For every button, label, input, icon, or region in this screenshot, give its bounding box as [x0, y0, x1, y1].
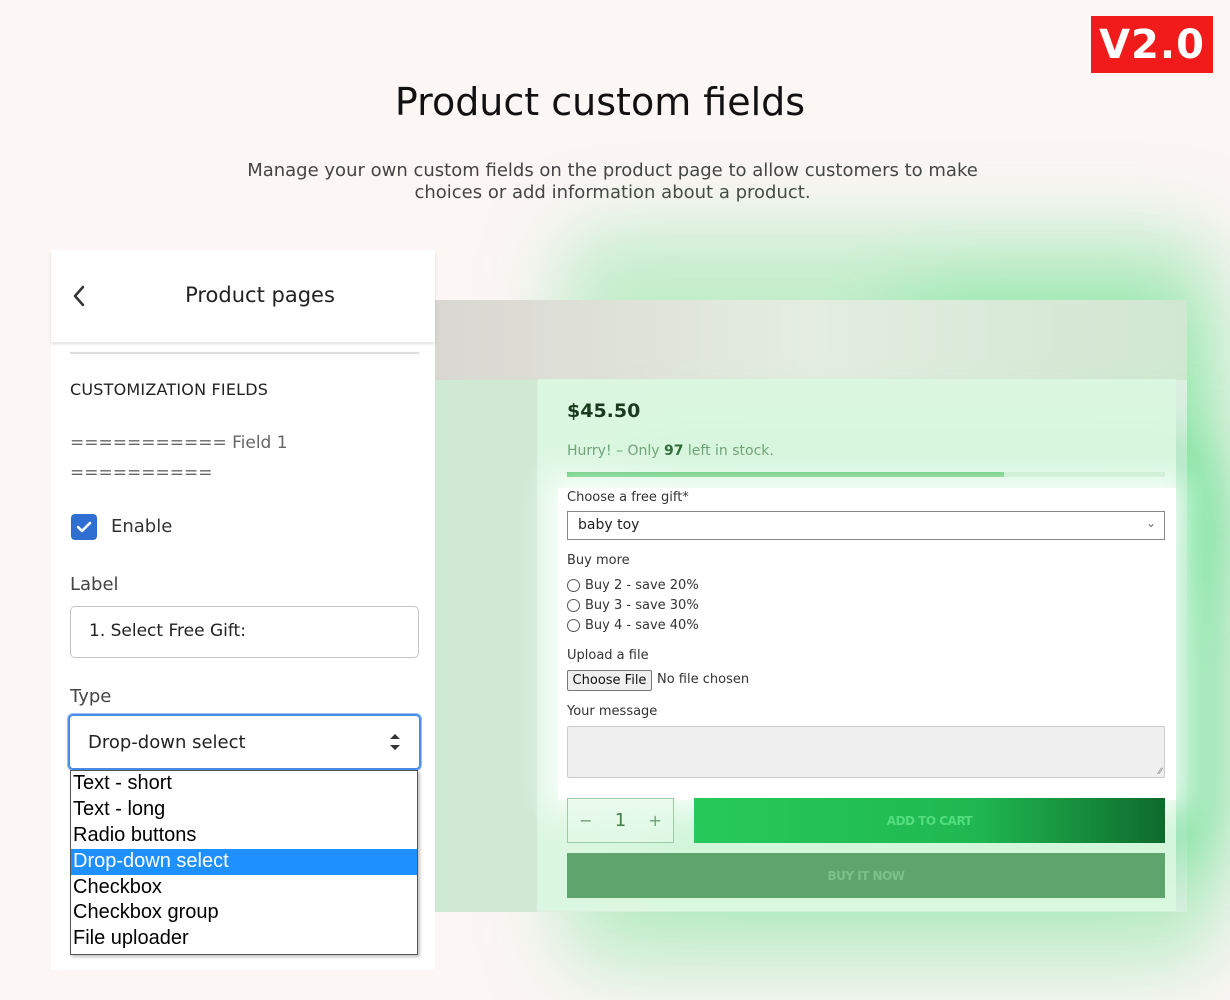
type-option[interactable]: Checkbox group — [71, 900, 417, 926]
radio-button[interactable] — [567, 619, 580, 632]
section-title: CUSTOMIZATION FIELDS — [70, 380, 269, 399]
stock-progress-bar — [567, 472, 1165, 477]
gift-label: Choose a free gift* — [567, 490, 689, 505]
quantity-value[interactable]: 1 — [615, 810, 626, 831]
up-down-arrows-icon — [390, 734, 400, 750]
file-status: No file chosen — [657, 672, 750, 687]
label-input[interactable]: 1. Select Free Gift: — [70, 606, 419, 658]
buy-now-button[interactable]: BUY IT NOW — [567, 853, 1165, 898]
upload-label: Upload a file — [567, 648, 649, 663]
stock-count: 97 — [663, 443, 684, 459]
chevron-left-icon[interactable] — [70, 282, 88, 310]
radio-option-label: Buy 3 - save 30% — [585, 598, 699, 613]
check-icon — [76, 521, 92, 533]
radio-option[interactable]: Buy 4 - save 40% — [567, 618, 699, 633]
resize-handle-icon[interactable]: ∕∕ — [1159, 766, 1162, 776]
radio-option-label: Buy 4 - save 40% — [585, 618, 699, 633]
product-image-area — [435, 380, 537, 912]
type-select[interactable]: Drop-down select — [68, 714, 421, 770]
type-option-selected[interactable]: Drop-down select — [71, 848, 417, 875]
product-price: $45.50 — [567, 400, 641, 422]
stock-progress-fill — [567, 472, 1004, 477]
gift-select[interactable]: baby toy ⌄ — [567, 511, 1165, 540]
stock-prefix: Hurry! – Only — [567, 443, 664, 459]
radio-button[interactable] — [567, 579, 580, 592]
type-option[interactable]: Text - long — [71, 797, 417, 823]
type-option[interactable]: File uploader — [71, 926, 417, 952]
hero-subtitle: Manage your own custom fields on the pro… — [247, 160, 978, 203]
type-option[interactable]: Radio buttons — [71, 823, 417, 849]
choose-file-button[interactable]: Choose File — [567, 670, 652, 691]
type-field-label: Type — [70, 686, 112, 707]
gift-select-value: baby toy — [578, 517, 640, 533]
radio-option[interactable]: Buy 2 - save 20% — [567, 578, 699, 593]
hero-title: Product custom fields — [394, 80, 806, 124]
message-textarea[interactable]: ∕∕ — [567, 726, 1165, 778]
chevron-down-icon: ⌄ — [1145, 516, 1156, 530]
divider — [70, 352, 419, 354]
label-field-label: Label — [70, 574, 119, 595]
quantity-minus-button[interactable]: − — [579, 811, 592, 830]
quantity-stepper: − 1 + — [567, 798, 674, 843]
message-label: Your message — [567, 704, 658, 719]
radio-option-label: Buy 2 - save 20% — [585, 578, 699, 593]
field-separator: =========== Field 1 ========== — [70, 433, 288, 483]
type-options-list: Text - short Text - long Radio buttons D… — [70, 770, 418, 955]
quantity-plus-button[interactable]: + — [648, 811, 661, 830]
radio-button[interactable] — [567, 599, 580, 612]
panel-title: Product pages — [185, 283, 335, 307]
enable-checkbox[interactable] — [71, 514, 97, 540]
type-option[interactable]: Text - short — [71, 771, 417, 797]
add-to-cart-button[interactable]: ADD TO CART — [694, 798, 1165, 843]
version-badge: V2.0 — [1091, 16, 1213, 73]
stock-suffix: left in stock. — [683, 443, 774, 459]
buy-more-label: Buy more — [567, 553, 630, 568]
type-option[interactable]: Checkbox — [71, 875, 417, 901]
enable-label: Enable — [111, 516, 173, 537]
store-banner-image — [435, 300, 1187, 380]
stock-notice: Hurry! – Only 97 left in stock. — [567, 443, 774, 459]
type-select-value: Drop-down select — [88, 732, 246, 753]
radio-option[interactable]: Buy 3 - save 30% — [567, 598, 699, 613]
